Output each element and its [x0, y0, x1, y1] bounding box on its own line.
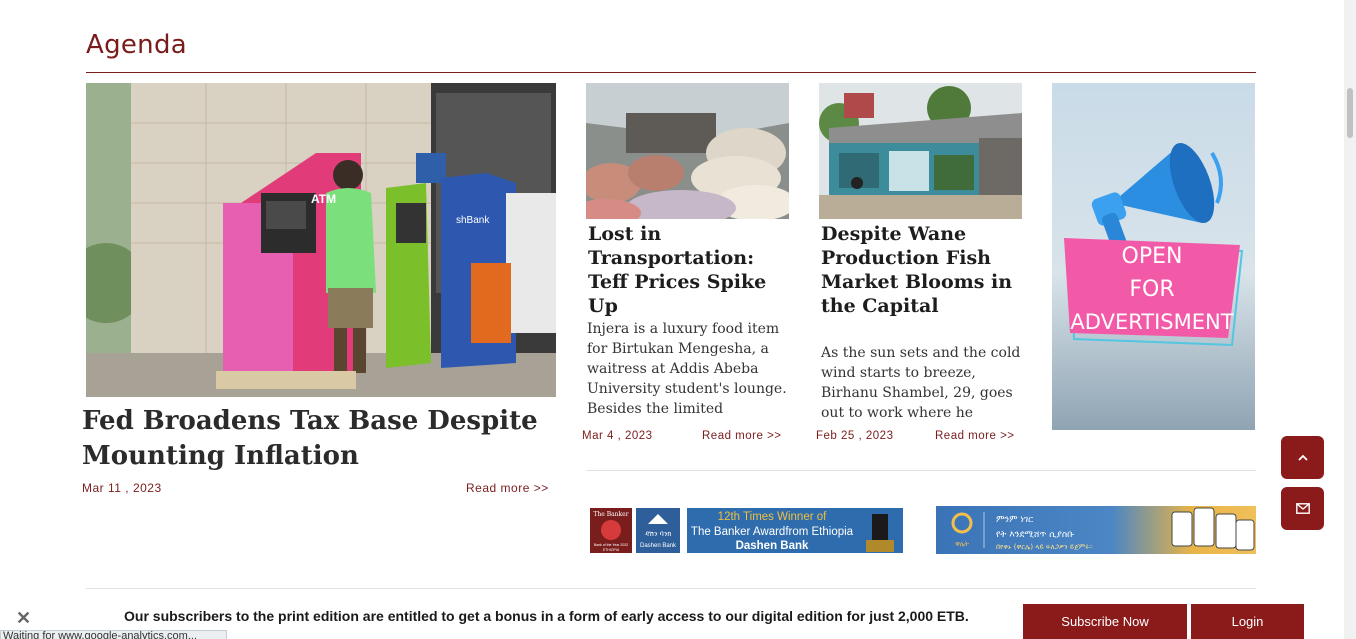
app-banner-line-2: የት እንደሚሸጥ ሲያስቡ [996, 530, 1074, 540]
page-scrollbar[interactable] [1344, 0, 1356, 639]
app-banner-line-1: ምንም ነገር [996, 515, 1033, 525]
app-logo-icon [951, 512, 973, 534]
card-1-headline[interactable]: Lost in Transportation: Teff Prices Spik… [588, 222, 793, 318]
dashen-banner-line-2: The Banker Awardfrom Ethiopia [691, 526, 854, 538]
close-icon[interactable]: ✕ [16, 608, 31, 629]
dashen-banner-line-1: 12th Times Winner of [718, 511, 827, 523]
award-badge-icon [601, 520, 621, 540]
app-logo-text: ዋሌት [955, 540, 969, 548]
statue-icon [872, 514, 888, 540]
app-advert-banner[interactable]: ዋሌት ምንም ነገር የት እንደሚሸጥ ሲያስቡ በየቀኑ (ዋርሌ) ላይ… [936, 506, 1256, 554]
section-title: Agenda [86, 30, 188, 60]
card-1-date: Mar 4 , 2023 [582, 430, 653, 442]
advert-line-3: ADVERTISMENT [1070, 310, 1233, 334]
atm-brand-text: shBank [456, 215, 490, 226]
scrollbar-thumb[interactable] [1347, 88, 1353, 138]
dashen-logo-amharic: ዳሽን ባንክ [645, 530, 672, 538]
card-2-excerpt: As the sun sets and the cold wind starts… [821, 345, 1021, 421]
subscribe-now-button[interactable]: Subscribe Now [1023, 604, 1187, 639]
open-for-advertisement-banner[interactable]: OPEN FOR ADVERTISMENT [1052, 83, 1255, 430]
email-button[interactable] [1281, 487, 1324, 530]
app-banner-line-3: በየቀኑ (ዋርሌ) ላይ ፍለጋዎን ይጀምሩ። [996, 543, 1093, 551]
chevron-up-icon [1297, 454, 1308, 461]
card-1-excerpt: Injera is a luxury food item for Birtuka… [587, 321, 787, 417]
scroll-to-top-button[interactable] [1281, 436, 1324, 479]
login-button[interactable]: Login [1191, 604, 1304, 639]
card-2-image[interactable] [819, 83, 1022, 219]
footer-rule [86, 588, 1256, 589]
status-text: Waiting for www.google-analytics.com... [3, 630, 197, 639]
phone-screens-icon [1171, 507, 1255, 551]
envelope-icon [1295, 503, 1310, 514]
section-title-rule [86, 72, 1256, 73]
card-1-read-more-link[interactable]: Read more >> [702, 429, 782, 444]
dashen-bank-banner[interactable]: The Banker Bank of the Year 2022 ETHIOPI… [590, 508, 903, 553]
advert-line-2: FOR [1129, 277, 1174, 302]
section-divider [586, 470, 1256, 471]
banker-badge-subtitle: Bank of the Year 2022 [594, 543, 628, 547]
banker-badge-country: ETHIOPIA [603, 548, 620, 552]
card-2-headline[interactable]: Despite Wane Production Fish Market Bloo… [821, 222, 1026, 318]
subscription-message: Our subscribers to the print edition are… [124, 608, 969, 624]
megaphone-icon [1091, 143, 1223, 254]
dashen-banner-line-3: Dashen Bank [736, 540, 809, 552]
card-1-image[interactable] [586, 83, 789, 219]
card-2-date: Feb 25 , 2023 [816, 430, 894, 442]
feature-headline[interactable]: Fed Broadens Tax Base Despite Mounting I… [82, 404, 552, 474]
browser-status-bar: Waiting for www.google-analytics.com... [0, 630, 227, 639]
card-2-read-more-link[interactable]: Read more >> [935, 429, 1015, 444]
dashen-logo-english: Dashen Bank [640, 543, 677, 549]
atm-sign-text: ATM [311, 192, 336, 206]
feature-image[interactable]: shBank ATM [86, 83, 556, 397]
feature-date: Mar 11 , 2023 [82, 481, 162, 495]
banker-badge-title: The Banker [593, 511, 628, 518]
advert-line-1: OPEN [1122, 244, 1183, 269]
feature-read-more-link[interactable]: Read more >> [466, 481, 549, 495]
